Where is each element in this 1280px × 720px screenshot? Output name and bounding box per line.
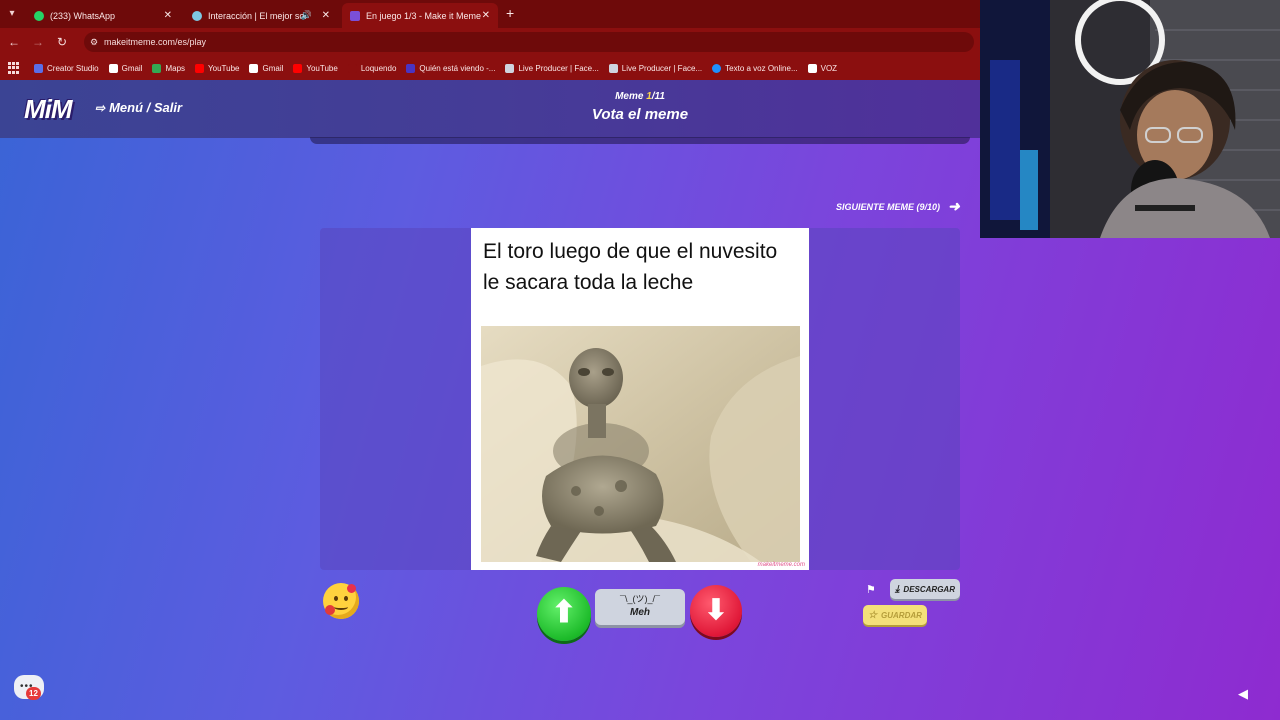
site-info-icon[interactable]: ⚙	[90, 32, 98, 52]
bookmark-item[interactable]: Maps	[152, 63, 185, 73]
close-icon[interactable]: ✕	[164, 10, 172, 21]
page-icon	[608, 63, 618, 73]
loquendo-icon	[347, 63, 357, 73]
download-button[interactable]: ⤓ DESCARGAR	[890, 579, 960, 599]
bookmark-item[interactable]: YouTube	[293, 63, 338, 73]
menu-exit-label: Menú / Salir	[109, 100, 183, 115]
game-header: MiM ⇨ Menú / Salir Meme 1/11 Vota el mem…	[0, 80, 980, 138]
tab-title: En juego 1/3 - Make it Meme	[366, 10, 482, 21]
tab-search-icon[interactable]: ▾	[4, 6, 20, 22]
whatsapp-icon	[34, 10, 44, 21]
bookmark-item[interactable]: Gmail	[249, 63, 283, 73]
arrow-right-icon: ➜	[948, 198, 960, 214]
tab-title: Interacción | El mejor softw...	[208, 10, 306, 21]
max-icon	[406, 63, 416, 73]
bookmark-item[interactable]: Quién está viendo -...	[406, 63, 495, 73]
new-tab-plus-icon[interactable]: +	[506, 5, 514, 21]
arrow-down-icon: ⬇	[704, 594, 728, 625]
report-flag-icon[interactable]: ⚑	[866, 583, 876, 596]
apps-grid-icon[interactable]	[8, 62, 20, 74]
notion-icon	[807, 63, 817, 73]
mummy-photo	[481, 326, 800, 562]
round-counter: Meme 1/11	[615, 91, 665, 102]
bookmarks-bar: Creator Studio Gmail Maps YouTube Gmail …	[0, 56, 980, 80]
webcam-overlay	[980, 0, 1280, 238]
star-icon: ☆	[868, 609, 878, 621]
url-text: makeitmeme.com/es/play	[104, 37, 207, 47]
smiley-eye-icon	[344, 596, 348, 601]
meme-watermark: makeitmeme.com	[757, 562, 805, 568]
meh-label: Meh	[630, 607, 650, 618]
phase-title: Vota el meme	[591, 106, 689, 123]
bookmark-item[interactable]: VOZ	[807, 63, 837, 73]
browser-window: ▾ (233) WhatsApp ✕ Interacción | El mejo…	[0, 0, 980, 80]
heart-icon	[347, 584, 356, 593]
arrow-up-icon: ⬆	[551, 596, 577, 629]
tab-make-it-meme[interactable]: En juego 1/3 - Make it Meme ✕	[342, 3, 498, 28]
maps-icon	[152, 63, 162, 73]
mim-favicon-icon	[350, 10, 360, 21]
meme-card: El toro luego de que el nuvesito le saca…	[471, 228, 809, 570]
meme-image	[481, 326, 800, 562]
smiley-eye-icon	[334, 596, 338, 601]
gmail-icon	[249, 63, 259, 73]
exit-door-icon: ⇨	[95, 100, 106, 115]
menu-exit-button[interactable]: ⇨ Menú / Salir	[95, 100, 182, 115]
streamer-webcam-image	[980, 0, 1280, 238]
bookmark-item[interactable]: Gmail	[108, 63, 142, 73]
tts-icon	[712, 63, 722, 73]
meme-caption: El toro luego de que el nuvesito le saca…	[483, 240, 778, 294]
next-meme-button[interactable]: SIGUIENTE MEME (9/10) ➜	[836, 198, 960, 215]
tab-bar: ▾ (233) WhatsApp ✕ Interacción | El mejo…	[0, 0, 980, 28]
chat-unread-badge: 12	[26, 687, 41, 700]
save-button[interactable]: ☆ GUARDAR	[863, 605, 927, 625]
reload-icon[interactable]: ↻	[54, 34, 70, 50]
upvote-button[interactable]: ⬆	[537, 587, 591, 641]
bookmark-item[interactable]: Creator Studio	[34, 63, 99, 73]
hand-icon	[325, 605, 335, 615]
address-bar[interactable]: ⚙ makeitmeme.com/es/play	[84, 32, 974, 52]
site-favicon-icon	[192, 10, 202, 21]
forward-arrow-icon[interactable]: →	[30, 34, 46, 50]
shrug-face: ¯\_(ツ)_/¯	[620, 594, 660, 604]
download-label: DESCARGAR	[903, 584, 955, 594]
bookmark-item[interactable]: Texto a voz Online...	[712, 63, 798, 73]
mim-logo[interactable]: MiM	[24, 94, 73, 125]
smiley-mouth-icon	[334, 604, 348, 610]
youtube-icon	[195, 63, 205, 73]
page-icon	[505, 63, 515, 73]
gmail-icon	[108, 63, 118, 73]
meh-vote-button[interactable]: ¯\_(ツ)_/¯ Meh	[595, 589, 685, 625]
youtube-icon	[293, 63, 303, 73]
navigation-bar: ← → ↻ ⚙ makeitmeme.com/es/play	[0, 28, 980, 56]
next-meme-label: SIGUIENTE MEME (9/10)	[836, 201, 941, 212]
bookmark-item[interactable]: Live Producer | Face...	[505, 63, 599, 73]
tab-interaccion[interactable]: Interacción | El mejor softw... 🔊 ✕	[184, 3, 338, 28]
close-icon[interactable]: ✕	[322, 10, 330, 21]
bookmark-item[interactable]: Live Producer | Face...	[608, 63, 702, 73]
tab-title: (233) WhatsApp	[50, 10, 116, 21]
close-icon[interactable]: ✕	[482, 10, 490, 21]
sound-toggle-icon[interactable]: ◀	[1238, 686, 1248, 702]
save-label: GUARDAR	[881, 610, 922, 620]
bookmark-item[interactable]: Loquendo	[347, 63, 396, 73]
back-arrow-icon[interactable]: ←	[6, 34, 22, 50]
speaker-icon[interactable]: 🔊	[301, 10, 312, 21]
downvote-button[interactable]: ⬇	[690, 585, 742, 637]
creator-studio-icon	[34, 63, 43, 73]
header-tab-shadow	[310, 137, 970, 144]
download-icon: ⤓	[895, 583, 900, 595]
emoji-reaction-button[interactable]	[323, 583, 359, 619]
bookmark-item[interactable]: YouTube	[195, 63, 239, 73]
tab-whatsapp[interactable]: (233) WhatsApp ✕	[26, 3, 180, 28]
